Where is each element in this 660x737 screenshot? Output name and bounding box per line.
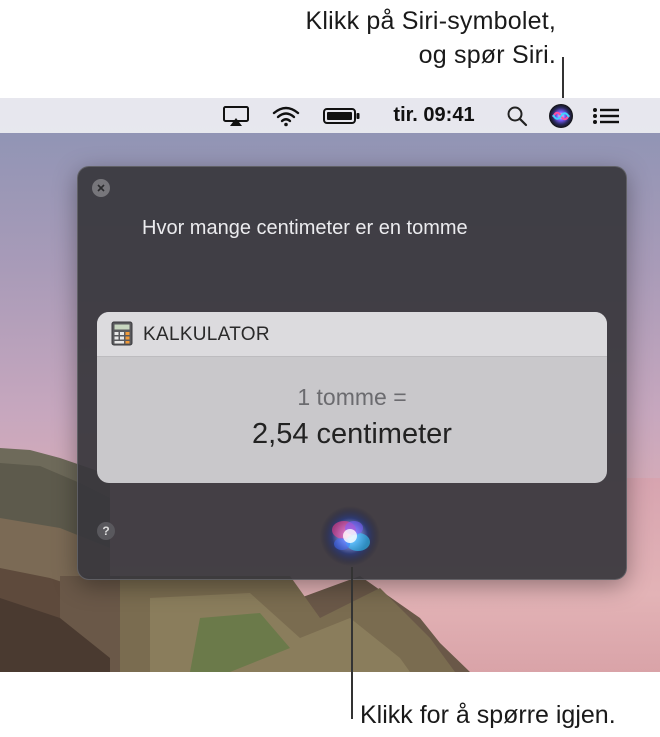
result-equation: 1 tomme = [297,384,407,410]
callout-top-line2: og spør Siri. [418,41,556,69]
card-header: KALKULATOR [97,312,607,357]
callout-ask-again: Klikk for å spørre igjen. [360,701,616,729]
siri-question-text: Hvor mange centimeter er en tomme [142,217,468,239]
calculator-result-card[interactable]: KALKULATOR 1 tomme = 2,54 centimeter [97,312,607,483]
siri-window: Hvor mange centimeter er en tomme KALKUL… [77,166,627,580]
airplay-icon[interactable] [220,98,252,133]
wifi-icon[interactable] [268,98,304,133]
close-icon [97,184,105,192]
siri-ask-again-button[interactable] [318,504,382,568]
result-value: 2,54 centimeter [252,418,452,450]
calculator-app-icon [111,321,133,346]
close-button[interactable] [92,179,110,197]
menubar-clock[interactable]: tir. 09:41 [384,98,484,133]
help-button[interactable]: ? [97,522,115,540]
callout-siri-menubar: Klikk på Siri-symbolet, og spør Siri. [306,4,557,72]
battery-icon[interactable] [322,98,362,133]
siri-orb-icon [320,506,380,566]
callout-leader-top [562,57,564,102]
card-app-name: KALKULATOR [143,324,270,345]
siri-icon[interactable] [545,98,577,133]
callout-top-line1: Klikk på Siri-symbolet, [305,7,556,35]
notification-center-icon[interactable] [588,98,624,133]
callout-leader-bottom [351,567,353,719]
menu-bar: tir. 09:41 [0,98,660,133]
spotlight-search-icon[interactable] [502,98,532,133]
